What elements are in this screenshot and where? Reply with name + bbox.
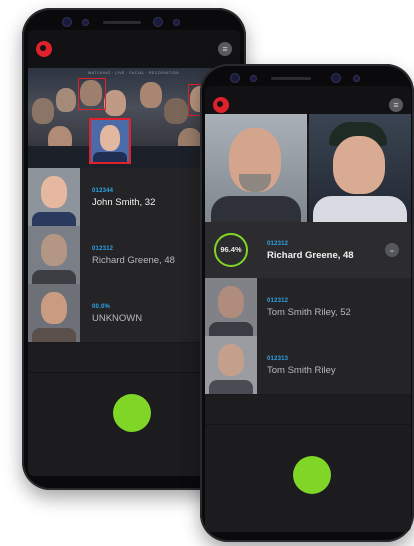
database-shirt (211, 196, 301, 222)
front-camera-icon (230, 73, 240, 83)
live-capture-photo (309, 114, 411, 222)
suspect-name: Richard Greene, 48 (92, 255, 175, 266)
suspect-face (41, 234, 67, 266)
list-item-faded (205, 394, 411, 425)
suspect-shirt (32, 270, 76, 284)
scan-button[interactable] (113, 394, 151, 432)
suspect-face (41, 292, 67, 324)
match-result[interactable]: 96.4% 012312 Richard Greene, 48 ⌄ (205, 222, 411, 279)
back-phone-notch (62, 15, 212, 29)
suspect-shirt (32, 212, 76, 226)
suspect-shirt (32, 328, 76, 342)
proximity-sensor-icon (173, 18, 180, 26)
crowd-face (104, 90, 126, 116)
sensor-icon (82, 18, 89, 26)
suspect-name: Tom Smith Riley, 52 (267, 307, 351, 318)
suspect-photo (28, 168, 80, 226)
crowd-face (32, 98, 54, 124)
menu-dot-icon[interactable]: ≡ (389, 98, 403, 112)
record-id: 012344 (92, 188, 114, 194)
app-header: ≡ (28, 30, 240, 68)
confidence-score-ring: 96.4% (214, 233, 248, 267)
database-photo (205, 114, 307, 222)
feed-caption: WATCHING · LIVE · FACIAL · RECOGNITION (88, 71, 180, 75)
sensor-icon (250, 74, 257, 82)
front-camera-icon (62, 17, 72, 27)
suspect-photo (28, 284, 80, 342)
suspect-photo (205, 336, 257, 394)
suspect-face (218, 344, 244, 376)
capture-face (333, 136, 385, 194)
matched-face-shirt (93, 152, 127, 162)
front-phone-screen: ≡ 96.4% 012312 Richard Greene, 48 ⌄ 0123… (205, 86, 411, 532)
iris-sensor-icon (331, 73, 341, 83)
speaker-grille (103, 20, 141, 24)
record-id: 012313 (267, 356, 289, 362)
suspect-name: UNKNOWN (92, 313, 143, 324)
scan-button[interactable] (293, 456, 331, 494)
app-logo-icon (36, 41, 52, 57)
suspect-shirt (209, 380, 253, 394)
matched-face (100, 125, 120, 151)
capture-shirt (313, 196, 407, 222)
record-id: 012312 (92, 246, 114, 252)
proximity-sensor-icon (353, 74, 360, 82)
speaker-grille (271, 76, 311, 80)
iris-sensor-icon (153, 17, 163, 27)
suspect-face (41, 176, 67, 208)
suspect-name: Tom Smith Riley (267, 365, 336, 376)
suspect-face (218, 286, 244, 318)
suspect-photo (28, 226, 80, 284)
crowd-face (164, 98, 188, 124)
chevron-down-icon[interactable]: ⌄ (385, 243, 399, 257)
crowd-face (56, 88, 76, 112)
matched-face-box[interactable] (89, 118, 131, 164)
app-logo-icon (213, 97, 229, 113)
menu-dot-icon[interactable]: ≡ (218, 42, 232, 56)
front-phone-notch (230, 71, 400, 85)
suspect-photo (205, 278, 257, 336)
suspect-name: Richard Greene, 48 (267, 250, 354, 261)
suspect-shirt (209, 322, 253, 336)
record-id: 012312 (267, 298, 289, 304)
list-item[interactable]: 012313 Tom Smith Riley (205, 336, 411, 395)
suspect-name: John Smith, 32 (92, 197, 156, 208)
front-phone: ≡ 96.4% 012312 Richard Greene, 48 ⌄ 0123… (200, 64, 414, 542)
crowd-face (140, 82, 162, 108)
detection-box (78, 78, 106, 110)
record-id: 012312 (267, 241, 289, 247)
record-id: 00.0% (92, 304, 111, 310)
list-item[interactable]: 012312 Tom Smith Riley, 52 (205, 278, 411, 337)
